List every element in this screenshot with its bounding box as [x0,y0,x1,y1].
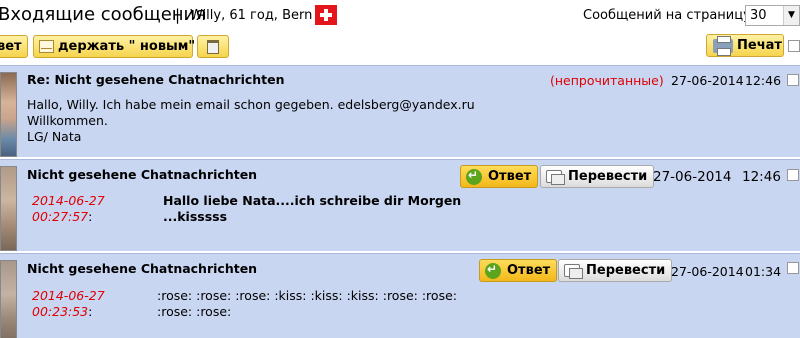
avatar[interactable] [0,72,17,157]
answer-button-label: Ответ [488,169,532,184]
trash-icon [207,40,219,54]
reply-button[interactable]: вет [0,35,28,58]
user-info: Willy, 61 год, Bern [190,8,313,23]
message-checkbox[interactable] [787,262,799,274]
envelope-icon [39,40,54,53]
log-time-line: 00:27:57: [32,209,92,224]
translate-button[interactable]: Перевести [558,259,673,282]
message-body-line: Willkommen. [27,113,108,128]
message-row[interactable]: Re: Nicht gesehene Chatnachrichten (непр… [0,65,800,157]
message-subject[interactable]: Nicht gesehene Chatnachrichten [27,261,257,276]
message-time: 01:34 [745,264,782,279]
translate-button-label: Перевести [586,263,666,278]
unread-status: (непрочитанные) [550,73,664,88]
log-date: 2014-06-27 [32,193,105,208]
per-page-label: Сообщений на страницу: [583,8,756,23]
answer-button[interactable]: Ответ [479,259,558,282]
speech-bubbles-icon [546,170,565,185]
message-date: 27-06-2014 [653,169,732,185]
message-subject[interactable]: Re: Nicht gesehene Chatnachrichten [27,72,285,87]
message-body-line: LG/ Nata [27,129,82,144]
log-text-line: Hallo liebe Nata....ich schreibe dir Mor… [163,193,462,208]
message-date: 27-06-2014 [671,264,744,279]
log-text-line: :rose: :rose: [157,304,232,319]
reply-arrow-icon [466,168,482,185]
select-all-checkbox[interactable] [788,40,800,52]
log-text-line: ...kisssss [163,209,228,224]
printer-icon [713,36,733,56]
keep-as-new-label: держать " новым" [58,39,196,54]
reply-arrow-icon [485,262,501,279]
swiss-flag-icon [315,5,337,25]
message-date: 27-06-2014 [671,73,744,88]
message-subject[interactable]: Nicht gesehene Chatnachrichten [27,167,257,182]
translate-button-label: Перевести [568,169,648,184]
print-button-label: Печат [737,38,782,53]
page-header: Входящие сообщения | Willy, 61 год, Bern… [0,0,800,33]
delete-button[interactable] [197,35,229,58]
reply-button-label: вет [0,39,22,54]
speech-bubbles-icon [564,264,583,279]
log-colon: : [88,209,93,224]
log-colon: : [88,304,93,319]
avatar[interactable] [0,166,17,251]
log-time: 00:23:53 [32,304,89,319]
log-time: 00:27:57 [32,209,89,224]
message-time: 12:46 [742,169,781,185]
log-date: 2014-06-27 [32,288,105,303]
message-checkbox[interactable] [787,169,799,181]
message-row[interactable]: Nicht gesehene Chatnachrichten Ответ Пер… [0,253,800,338]
message-time: 12:46 [745,73,782,88]
avatar[interactable] [0,260,17,338]
translate-button[interactable]: Перевести [540,165,655,188]
message-body-line: Hallo, Willy. Ich habe mein email schon … [27,97,475,112]
per-page-select[interactable]: 30 ▼ [745,5,800,26]
message-checkbox[interactable] [787,74,799,86]
log-time-line: 00:23:53: [32,304,92,319]
title-separator: | [175,6,181,24]
keep-as-new-button[interactable]: держать " новым" [33,35,196,58]
per-page-value: 30 [750,8,767,23]
print-button[interactable]: Печат [706,34,784,57]
message-row[interactable]: Nicht gesehene Chatnachrichten Ответ Пер… [0,159,800,251]
answer-button-label: Ответ [507,263,551,278]
log-text-line: :rose: :rose: :rose: :kiss: :kiss: :kiss… [157,288,457,303]
chevron-down-icon[interactable]: ▼ [783,6,799,25]
answer-button[interactable]: Ответ [460,165,539,188]
